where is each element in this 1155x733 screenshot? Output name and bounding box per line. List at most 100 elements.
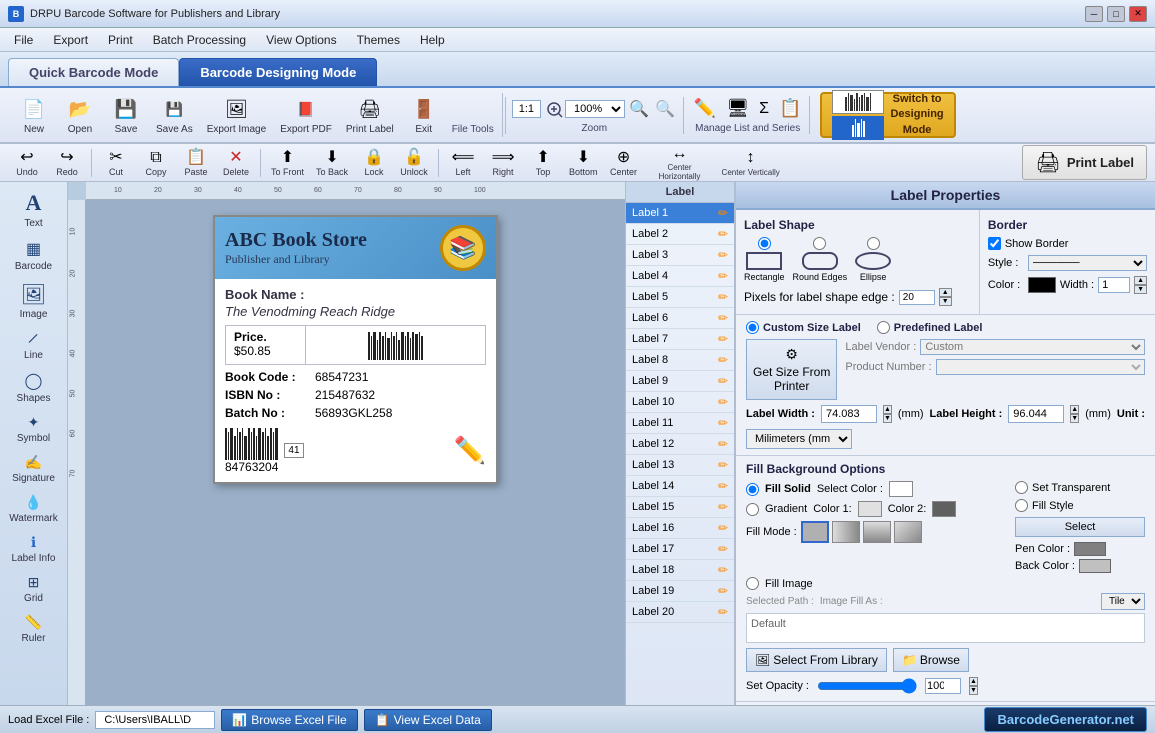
fill-color-swatch[interactable]	[889, 481, 913, 497]
height-value-input[interactable]	[1008, 405, 1064, 423]
save-as-button[interactable]: 💾 Save As	[150, 93, 199, 137]
transparent-radio[interactable]	[1015, 481, 1028, 494]
label-edit-icon[interactable]: ✏	[718, 458, 728, 472]
width-spin-up[interactable]: ▲	[883, 405, 892, 414]
tile-select[interactable]: Tile	[1101, 593, 1145, 610]
menu-item-export[interactable]: Export	[43, 31, 98, 49]
tool-signature[interactable]: ✍ Signature	[4, 450, 64, 488]
menu-item-batch-processing[interactable]: Batch Processing	[143, 31, 256, 49]
width-spin-down[interactable]: ▼	[883, 414, 892, 423]
manage-icon-2[interactable]: 🖥	[724, 96, 751, 121]
label-list-item[interactable]: Label 9✏	[626, 371, 734, 392]
label-edit-icon[interactable]: ✏	[718, 248, 728, 262]
label-edit-icon[interactable]: ✏	[718, 269, 728, 283]
label-list-item[interactable]: Label 11✏	[626, 413, 734, 434]
label-list-item[interactable]: Label 17✏	[626, 539, 734, 560]
menu-item-print[interactable]: Print	[98, 31, 143, 49]
center-v-button[interactable]: ↕ Center Vertically	[717, 146, 785, 178]
back-color-swatch[interactable]	[1079, 559, 1111, 573]
label-edit-icon[interactable]: ✏	[718, 206, 728, 220]
tool-shapes[interactable]: ◯ Shapes	[4, 367, 64, 408]
tool-barcode[interactable]: ▦ Barcode	[4, 235, 64, 276]
menu-item-file[interactable]: File	[4, 31, 43, 49]
tool-watermark[interactable]: 💧 Watermark	[4, 490, 64, 528]
align-left-button[interactable]: ⟸ Left	[444, 146, 482, 179]
label-list-item[interactable]: Label 5✏	[626, 287, 734, 308]
width-down[interactable]: ▼	[1134, 285, 1147, 294]
manage-icon-1[interactable]: ✏️	[692, 96, 718, 121]
print-label-button[interactable]: 🖨 Print Label	[1022, 145, 1147, 180]
zoom-in-button[interactable]: 🔍	[627, 97, 651, 121]
print-label-toolbar-button[interactable]: 🖨 Print Label	[340, 93, 400, 137]
open-button[interactable]: 📂 Open	[58, 93, 102, 137]
unlock-button[interactable]: 🔓 Unlock	[395, 146, 433, 179]
label-list-item[interactable]: Label 12✏	[626, 434, 734, 455]
menu-item-help[interactable]: Help	[410, 31, 455, 49]
manage-icon-3[interactable]: Σ	[757, 98, 771, 120]
fill-mode-2[interactable]	[832, 521, 860, 543]
tab-quick-barcode[interactable]: Quick Barcode Mode	[8, 58, 179, 86]
menu-item-view-options[interactable]: View Options	[256, 31, 346, 49]
center-h-button[interactable]: ↔ Center Horizontally	[645, 142, 715, 183]
pen-color-swatch[interactable]	[1074, 542, 1106, 556]
tool-text[interactable]: A Text	[4, 186, 64, 233]
opacity-down[interactable]: ▼	[969, 686, 978, 695]
label-edit-icon[interactable]: ✏	[718, 395, 728, 409]
label-list-item[interactable]: Label 7✏	[626, 329, 734, 350]
label-list-item[interactable]: Label 6✏	[626, 308, 734, 329]
label-edit-icon[interactable]: ✏	[718, 332, 728, 346]
design-canvas[interactable]: ABC Book Store Publisher and Library 📚 B…	[86, 200, 625, 705]
label-preview[interactable]: ABC Book Store Publisher and Library 📚 B…	[213, 215, 498, 484]
width-value-input[interactable]	[821, 405, 877, 423]
label-list-item[interactable]: Label 18✏	[626, 560, 734, 581]
maximize-button[interactable]: □	[1107, 6, 1125, 22]
select-from-library-button[interactable]: 🖼 Select From Library	[746, 648, 887, 672]
tool-label-info[interactable]: ℹ Label Info	[4, 530, 64, 568]
align-bottom-button[interactable]: ⬇ Bottom	[564, 146, 603, 179]
label-edit-icon[interactable]: ✏	[718, 563, 728, 577]
align-right-button[interactable]: ⟹ Right	[484, 146, 522, 179]
label-list-item[interactable]: Label 15✏	[626, 497, 734, 518]
undo-button[interactable]: ↩ Undo	[8, 146, 46, 179]
to-front-button[interactable]: ⬆ To Front	[266, 146, 309, 179]
canvas-area[interactable]: 10 20 30 40 50 60 70 80 90 100	[68, 182, 625, 705]
label-list-item[interactable]: Label 8✏	[626, 350, 734, 371]
tool-symbol[interactable]: ✦ Symbol	[4, 410, 64, 448]
label-list-item[interactable]: Label 4✏	[626, 266, 734, 287]
label-edit-icon[interactable]: ✏	[718, 290, 728, 304]
border-width-input[interactable]	[1098, 277, 1130, 293]
zoom-out-button[interactable]: 🔍	[653, 97, 677, 121]
custom-size-radio[interactable]	[746, 321, 759, 334]
label-list-item[interactable]: Label 10✏	[626, 392, 734, 413]
switch-to-designing-button[interactable]: Switch toDesigningMode	[820, 92, 955, 138]
fill-mode-3[interactable]	[863, 521, 891, 543]
label-edit-icon[interactable]: ✏	[718, 311, 728, 325]
opacity-up[interactable]: ▲	[969, 677, 978, 686]
pixels-up[interactable]: ▲	[939, 288, 952, 297]
close-button[interactable]: ✕	[1129, 6, 1147, 22]
predefined-size-radio[interactable]	[877, 321, 890, 334]
vendor-select[interactable]: Custom	[920, 339, 1145, 355]
lock-button[interactable]: 🔒 Lock	[355, 146, 393, 179]
pixels-down[interactable]: ▼	[939, 297, 952, 306]
redo-button[interactable]: ↪ Redo	[48, 146, 86, 179]
fill-mode-1[interactable]	[801, 521, 829, 543]
label-edit-icon[interactable]: ✏	[718, 227, 728, 241]
label-edit-icon[interactable]: ✏	[718, 584, 728, 598]
delete-button[interactable]: ✕ Delete	[217, 146, 255, 179]
pixels-input[interactable]	[899, 290, 935, 305]
fill-image-radio[interactable]	[746, 577, 759, 590]
label-edit-icon[interactable]: ✏	[718, 500, 728, 514]
minimize-button[interactable]: ─	[1085, 6, 1103, 22]
opacity-slider[interactable]	[817, 678, 917, 694]
label-edit-icon[interactable]: ✏	[718, 605, 728, 619]
label-list-item[interactable]: Label 19✏	[626, 581, 734, 602]
to-back-button[interactable]: ⬇ To Back	[311, 146, 353, 179]
exit-button[interactable]: 🚪 Exit	[402, 93, 446, 137]
label-list-item[interactable]: Label 16✏	[626, 518, 734, 539]
product-select[interactable]	[936, 359, 1145, 375]
label-edit-icon[interactable]: ✏	[718, 353, 728, 367]
round-radio[interactable]	[813, 237, 826, 250]
label-list-item[interactable]: Label 3✏	[626, 245, 734, 266]
label-edit-icon[interactable]: ✏	[718, 416, 728, 430]
